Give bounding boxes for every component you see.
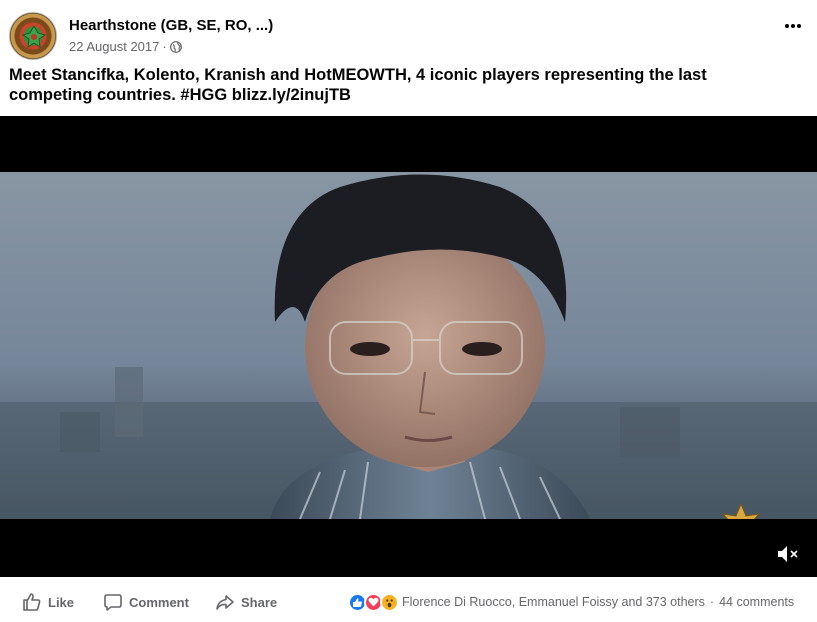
like-button[interactable]: Like (22, 591, 74, 613)
more-options-icon (785, 24, 801, 28)
comments-count-link[interactable]: 44 comments (719, 595, 794, 609)
post-text-line-1: Meet Stancifka, Kolento, Kranish and Hot… (9, 66, 707, 84)
more-options-button[interactable] (781, 14, 805, 38)
globe-icon (169, 40, 182, 53)
post-action-bar: Like Comment Share Florence Di Ruocco, E… (0, 582, 817, 622)
mute-toggle-button[interactable] (776, 543, 800, 565)
reactions-separator: · (709, 595, 715, 609)
page-avatar[interactable] (9, 12, 57, 60)
comment-label: Comment (129, 594, 189, 610)
page-name-link[interactable]: Hearthstone (GB, SE, RO, ...) (69, 17, 273, 34)
like-label: Like (48, 594, 75, 610)
thumbs-up-icon (23, 593, 41, 611)
share-label: Share (241, 594, 278, 610)
post-date[interactable]: 22 August 2017 (69, 39, 159, 54)
comment-icon (104, 594, 122, 611)
share-button[interactable]: Share (215, 591, 277, 613)
meta-separator: · (162, 39, 167, 54)
hearthstone-global-games-logo: HEARTHSTONE Global Games (706, 502, 776, 519)
reactors-link[interactable]: Florence Di Ruocco, Emmanuel Foissy and … (402, 595, 705, 609)
video-player[interactable]: HEARTHSTONE Global Games (0, 116, 817, 577)
video-frame[interactable]: HEARTHSTONE Global Games (0, 172, 817, 519)
reactions-summary: Florence Di Ruocco, Emmanuel Foissy and … (348, 591, 794, 613)
post-text-line-2[interactable]: competing countries. #HGG blizz.ly/2inuj… (9, 85, 809, 105)
video-still (0, 172, 817, 519)
post-header: Hearthstone (GB, SE, RO, ...) 22 August … (0, 0, 817, 62)
post-meta: 22 August 2017 · (69, 39, 182, 54)
speaker-muted-icon (778, 546, 798, 562)
comment-button[interactable]: Comment (103, 591, 189, 613)
post-text: Meet Stancifka, Kolento, Kranish and Hot… (9, 65, 809, 105)
wow-reaction-icon[interactable] (380, 592, 399, 612)
share-arrow-icon (216, 595, 234, 610)
